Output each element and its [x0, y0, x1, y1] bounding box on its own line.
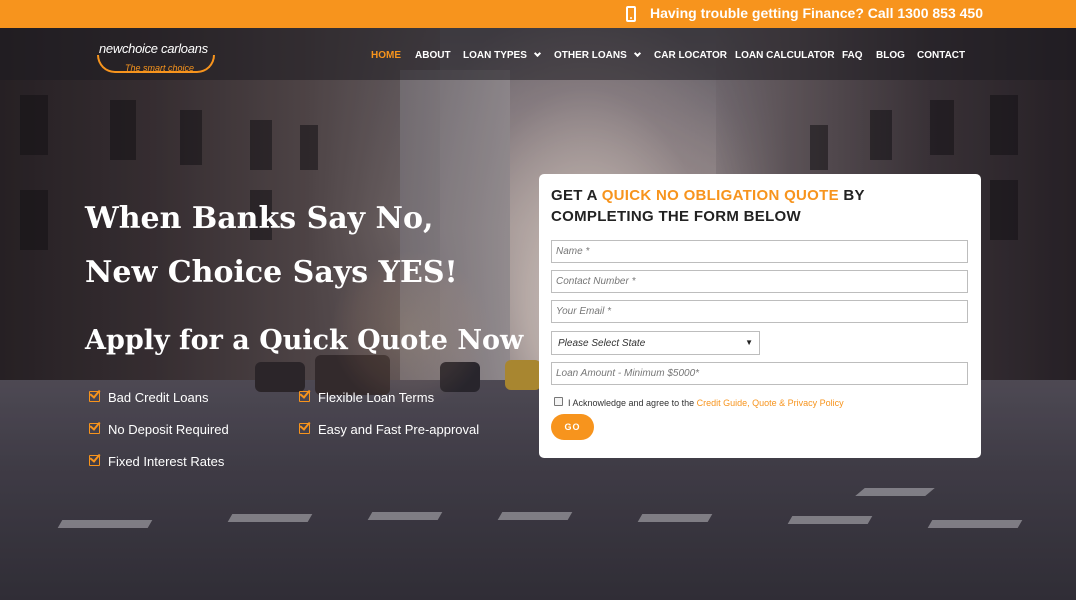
- privacy-policy-link[interactable]: Credit Guide, Quote & Privacy Policy: [697, 398, 844, 408]
- acknowledge-checkbox[interactable]: [554, 397, 563, 406]
- nav-item-about[interactable]: ABOUT: [415, 50, 451, 61]
- quote-form-title: GET A QUICK NO OBLIGATION QUOTE BY COMPL…: [551, 185, 971, 227]
- feature-label: No Deposit Required: [108, 422, 229, 437]
- name-input[interactable]: [551, 240, 968, 263]
- nav-item-other-loans[interactable]: OTHER LOANS: [554, 49, 641, 61]
- quote-title-accent: QUICK NO OBLIGATION QUOTE: [601, 187, 839, 204]
- nav-item-loan-types-label: LOAN TYPES: [463, 50, 527, 61]
- chevron-down-icon: [533, 49, 541, 58]
- feature-label: Flexible Loan Terms: [318, 390, 435, 405]
- state-select-value: Please Select State: [558, 338, 646, 349]
- nav-item-other-loans-label: OTHER LOANS: [554, 50, 627, 61]
- hero-headline-line1: When Banks Say No,: [85, 201, 434, 236]
- nav-item-loan-calculator[interactable]: LOAN CALCULATOR: [735, 50, 835, 61]
- feature-label: Bad Credit Loans: [108, 390, 209, 405]
- chevron-down-icon: [633, 49, 641, 58]
- logo-tagline: The smart choice: [125, 63, 195, 73]
- feature-label: Easy and Fast Pre-approval: [318, 422, 480, 437]
- nav-item-contact[interactable]: CONTACT: [917, 50, 965, 61]
- finance-help-message[interactable]: Having trouble getting Finance? Call 130…: [650, 5, 983, 21]
- nav-item-blog[interactable]: BLOG: [876, 50, 905, 61]
- acknowledge-label: I Acknowledge and agree to the: [568, 398, 697, 408]
- checkbox-check-icon: [89, 454, 100, 466]
- nav-item-car-locator[interactable]: CAR LOCATOR: [654, 50, 727, 61]
- checkbox-check-icon: [299, 422, 310, 434]
- feature-label: Fixed Interest Rates: [108, 454, 225, 469]
- nav-item-faq[interactable]: FAQ: [842, 50, 863, 61]
- mobile-phone-icon: [626, 6, 636, 22]
- contact-number-input[interactable]: [551, 270, 968, 293]
- nav-item-loan-types[interactable]: LOAN TYPES: [463, 49, 541, 61]
- main-navbar: newchoice carloans The smart choice HOME…: [0, 28, 1076, 80]
- loan-amount-input[interactable]: [551, 362, 968, 385]
- dropdown-arrow-icon: ▼: [745, 338, 753, 347]
- checkbox-check-icon: [89, 422, 100, 434]
- nav-menu: HOME ABOUT LOAN TYPES OTHER LOANS CAR LO…: [0, 49, 1076, 64]
- email-input[interactable]: [551, 300, 968, 323]
- state-select[interactable]: Please Select State ▼: [551, 331, 760, 355]
- acknowledge-text: I Acknowledge and agree to the Credit Gu…: [568, 398, 844, 408]
- checkbox-check-icon: [299, 390, 310, 402]
- nav-item-home[interactable]: HOME: [371, 50, 401, 61]
- top-contact-bar: Having trouble getting Finance? Call 130…: [0, 0, 1076, 28]
- quote-title-prefix: GET A: [551, 187, 602, 204]
- hero-subheadline: Apply for a Quick Quote Now: [85, 325, 524, 356]
- hero-headline-line2: New Choice Says YES!: [85, 255, 458, 290]
- quote-form-card: GET A QUICK NO OBLIGATION QUOTE BY COMPL…: [539, 174, 981, 458]
- checkbox-check-icon: [89, 390, 100, 402]
- submit-go-button[interactable]: GO: [551, 414, 594, 440]
